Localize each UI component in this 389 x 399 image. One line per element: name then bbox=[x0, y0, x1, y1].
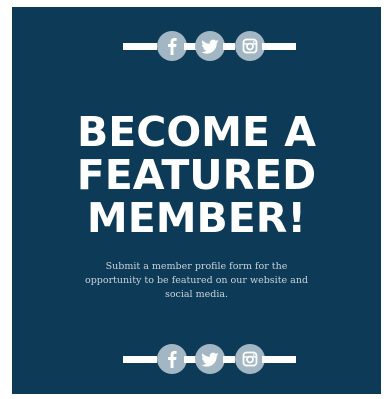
divider-bar bbox=[123, 43, 157, 50]
promo-card: BECOME A FEATURED MEMBER! Submit a membe… bbox=[12, 7, 381, 394]
body-text: Submit a member profile form for the opp… bbox=[84, 261, 309, 300]
instagram-icon[interactable] bbox=[235, 344, 265, 374]
headline-line-3: MEMBER! bbox=[86, 194, 307, 242]
divider-bar bbox=[262, 356, 296, 363]
instagram-icon[interactable] bbox=[235, 31, 265, 61]
divider-bar bbox=[262, 43, 296, 50]
social-row-bottom bbox=[12, 343, 381, 375]
headline-line-1: BECOME A bbox=[76, 108, 316, 156]
headline: BECOME A FEATURED MEMBER! bbox=[12, 111, 381, 240]
twitter-icon[interactable] bbox=[195, 344, 225, 374]
facebook-icon[interactable] bbox=[157, 31, 187, 61]
divider-bar bbox=[223, 43, 235, 50]
divider-bar bbox=[123, 356, 157, 363]
headline-line-2: FEATURED bbox=[76, 151, 317, 199]
facebook-icon[interactable] bbox=[157, 344, 187, 374]
social-row-top bbox=[12, 30, 381, 62]
divider-bar bbox=[223, 356, 235, 363]
twitter-icon[interactable] bbox=[195, 31, 225, 61]
